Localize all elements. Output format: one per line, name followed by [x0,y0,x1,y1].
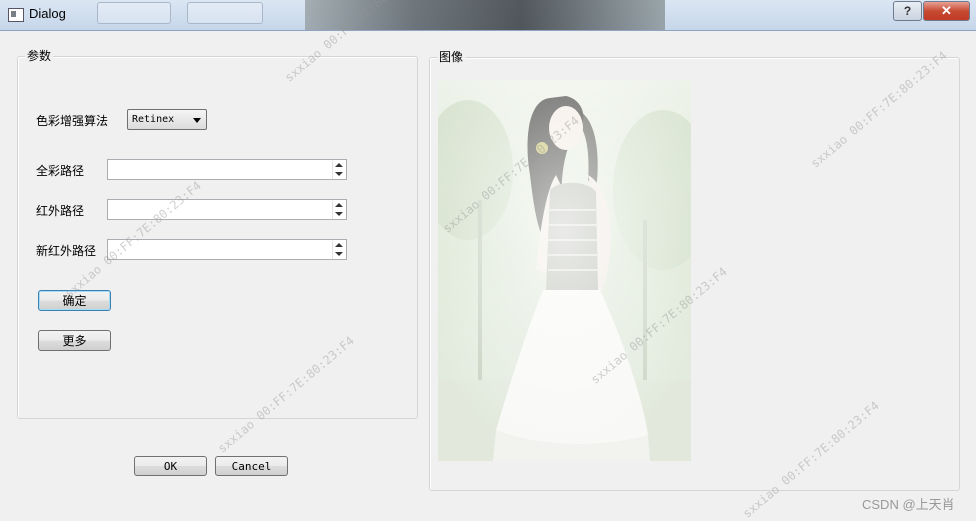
window-app-icon [8,8,24,22]
fullcolor-path-label: 全彩路径 [36,164,85,178]
fullcolor-path-field[interactable] [107,159,347,180]
background-tab [97,2,171,24]
more-button[interactable]: 更多 [38,330,111,351]
window-title: Dialog [29,6,66,21]
background-tab [187,2,263,24]
close-button[interactable]: ✕ [923,1,970,21]
arrow-up-icon [334,163,343,167]
new-infrared-path-field[interactable] [107,239,347,260]
arrow-up-icon [334,203,343,207]
algorithm-combobox-value: Retinex [132,114,175,125]
spin-down-button[interactable] [331,249,346,259]
spin-down-button[interactable] [331,209,346,219]
infrared-path-field[interactable] [107,199,347,220]
cancel-button[interactable]: Cancel [215,456,288,476]
algorithm-combobox[interactable]: Retinex [127,109,207,130]
chevron-down-icon [193,118,201,123]
new-infrared-path-label: 新红外路径 [36,244,97,258]
help-button[interactable]: ? [893,1,922,21]
arrow-down-icon [334,172,343,176]
infrared-path-label: 红外路径 [36,204,85,218]
title-bar: Dialog ? ✕ [0,0,976,31]
ok-button[interactable]: OK [134,456,207,476]
spin-down-button[interactable] [331,169,346,179]
params-groupbox [17,56,418,419]
arrow-down-icon [334,252,343,256]
arrow-up-icon [334,243,343,247]
image-group-title: 图像 [437,48,466,65]
csdn-credit: CSDN @上天肖 [862,497,955,512]
arrow-down-icon [334,212,343,216]
algorithm-label: 色彩增强算法 [36,114,109,128]
params-group-title: 参数 [25,47,54,64]
